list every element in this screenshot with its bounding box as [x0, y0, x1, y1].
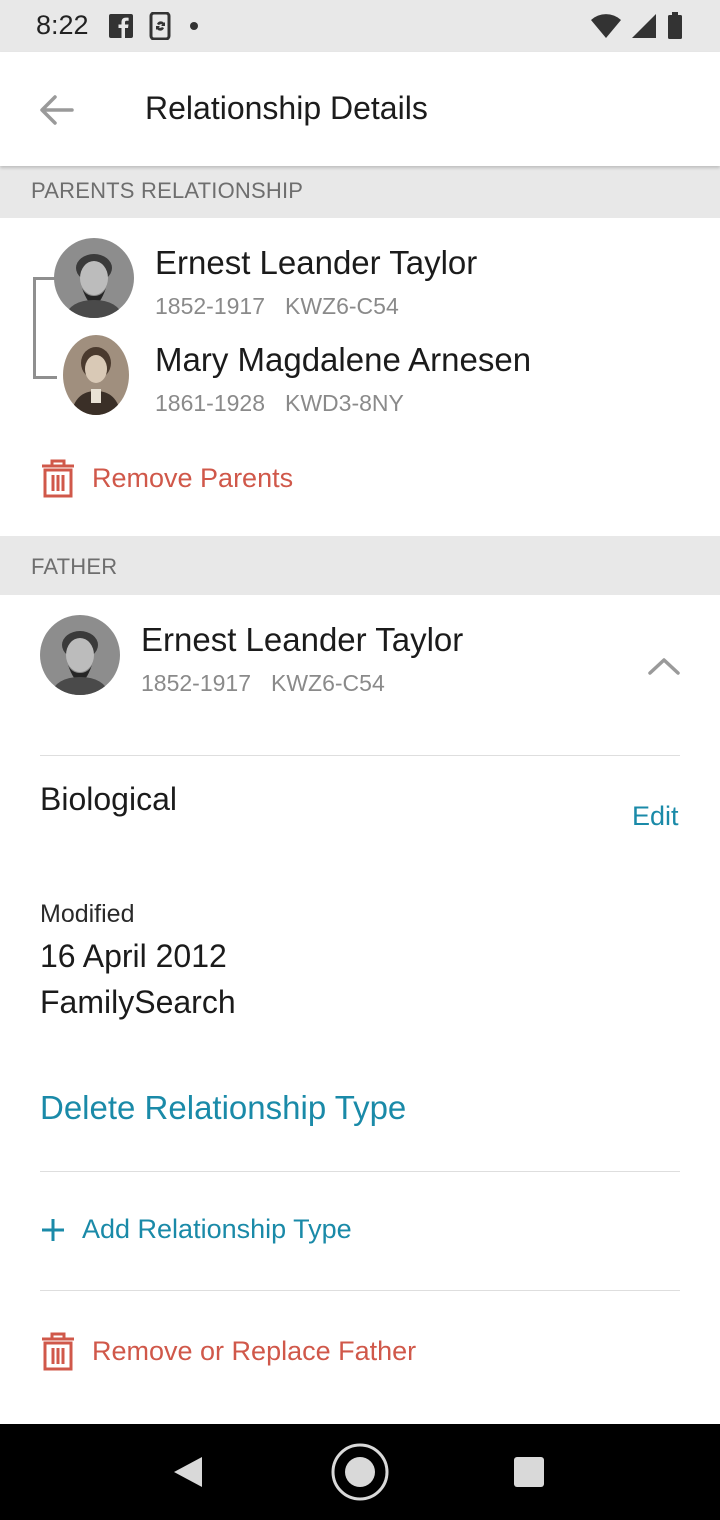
system-nav-bar	[0, 1424, 720, 1520]
add-relationship-type-button[interactable]: Add Relationship Type	[40, 1214, 352, 1245]
phone-sync-icon	[149, 12, 171, 40]
father-meta: 1852-1917 KWZ6-C54	[141, 670, 385, 697]
delete-relationship-type-link[interactable]: Delete Relationship Type	[40, 1089, 406, 1127]
divider	[40, 1290, 680, 1291]
plus-icon	[42, 1218, 64, 1241]
nav-back-icon[interactable]	[170, 1454, 206, 1490]
person-id: KWZ6-C54	[285, 293, 399, 319]
parent-father-name[interactable]: Ernest Leander Taylor	[155, 244, 477, 282]
wifi-icon	[591, 14, 621, 38]
divider	[40, 755, 680, 756]
lifespan: 1852-1917	[155, 293, 265, 319]
relationship-type-label: Biological	[40, 781, 177, 817]
person-id: KWZ6-C54	[271, 670, 385, 696]
add-relationship-type-label: Add Relationship Type	[82, 1214, 352, 1244]
modified-by: FamilySearch	[40, 984, 236, 1020]
collapse-button[interactable]	[644, 648, 684, 684]
notification-icons	[108, 12, 200, 40]
lifespan: 1861-1928	[155, 390, 265, 416]
parent-mother-name[interactable]: Mary Magdalene Arnesen	[155, 341, 531, 379]
chevron-up-icon	[648, 658, 680, 675]
trash-icon	[42, 1332, 74, 1371]
avatar-mother[interactable]	[63, 335, 129, 415]
dot-icon	[190, 22, 198, 30]
remove-replace-father-button[interactable]: Remove or Replace Father	[40, 1331, 416, 1371]
section-header-father: FATHER	[0, 536, 720, 595]
back-arrow-icon	[40, 95, 74, 125]
status-bar: 8:22	[0, 0, 720, 52]
remove-parents-button[interactable]: Remove Parents	[40, 458, 293, 498]
portrait-image	[54, 238, 134, 318]
edit-link[interactable]: Edit	[632, 801, 679, 832]
father-name[interactable]: Ernest Leander Taylor	[141, 621, 463, 659]
remove-parents-label: Remove Parents	[92, 462, 294, 493]
lifespan: 1852-1917	[141, 670, 251, 696]
portrait-image	[63, 335, 129, 415]
parent-mother-meta: 1861-1928 KWD3-8NY	[155, 390, 404, 417]
couple-bracket	[33, 277, 57, 379]
avatar-father-detail[interactable]	[40, 615, 120, 695]
system-icons	[590, 12, 684, 40]
nav-recents-icon[interactable]	[513, 1456, 545, 1488]
divider	[40, 1171, 680, 1172]
remove-replace-father-label: Remove or Replace Father	[92, 1335, 417, 1366]
modified-date: 16 April 2012	[40, 938, 227, 974]
avatar-father[interactable]	[54, 238, 134, 318]
battery-icon	[668, 12, 682, 39]
section-header-parents: PARENTS RELATIONSHIP	[0, 166, 720, 218]
signal-icon	[632, 14, 656, 38]
status-time: 8:22	[36, 10, 89, 40]
person-id: KWD3-8NY	[285, 390, 404, 416]
facebook-icon	[109, 14, 133, 38]
page-title: Relationship Details	[145, 90, 428, 126]
app-bar: Relationship Details	[0, 52, 720, 166]
modified-label: Modified	[40, 900, 135, 928]
back-button[interactable]	[30, 86, 82, 134]
nav-home-icon[interactable]	[330, 1442, 390, 1502]
trash-icon	[42, 459, 74, 498]
portrait-image	[40, 615, 120, 695]
parent-father-meta: 1852-1917 KWZ6-C54	[155, 293, 399, 320]
